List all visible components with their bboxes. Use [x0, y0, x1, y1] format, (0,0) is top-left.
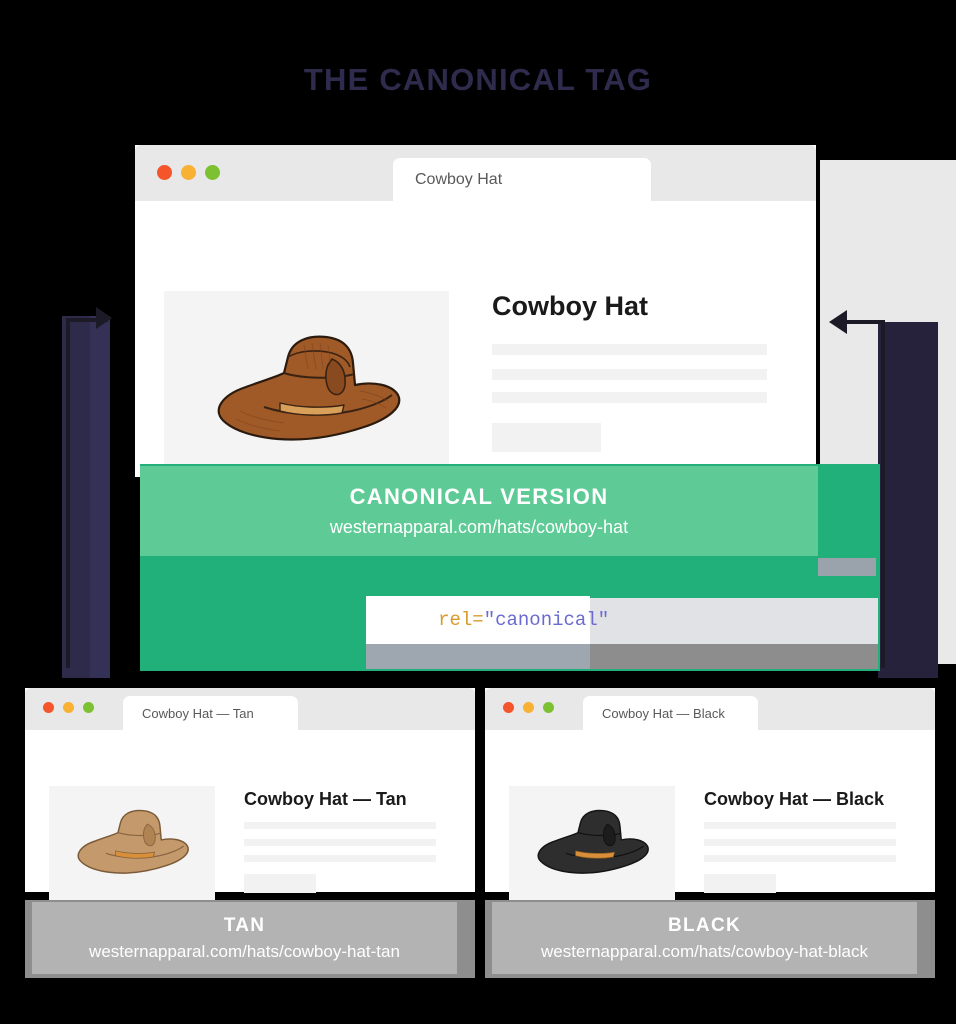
- tab-cowboy-hat-black[interactable]: Cowboy Hat — Black: [583, 696, 758, 730]
- tab-cowboy-hat[interactable]: Cowboy Hat: [393, 158, 651, 201]
- maximize-button-icon[interactable]: [543, 702, 554, 713]
- tab-label: Cowboy Hat: [415, 170, 503, 188]
- code-value: "canonical": [483, 609, 610, 631]
- code-attribute: rel=: [438, 609, 484, 631]
- window-content: Cowboy Hat — Black: [485, 730, 935, 906]
- traffic-light-controls[interactable]: [157, 165, 220, 180]
- product-image-cowboy-hat-tan: [49, 786, 215, 906]
- tab-label: Cowboy Hat — Tan: [142, 705, 254, 721]
- banner-label: BLACK: [668, 914, 741, 936]
- cowboy-hat-tan-icon: [77, 809, 189, 874]
- browser-window-canonical[interactable]: Cowboy Hat Cowboy Hat: [135, 145, 816, 498]
- canonical-code-snippet-row: rel="canonical": [366, 596, 878, 669]
- tab-cowboy-hat-tan[interactable]: Cowboy Hat — Tan: [123, 696, 298, 730]
- close-button-icon[interactable]: [43, 702, 54, 713]
- right-arrow-stem-top: [843, 320, 885, 324]
- product-heading: Cowboy Hat: [492, 291, 649, 321]
- window-titlebar: Cowboy Hat — Tan: [25, 688, 475, 730]
- placeholder-line: [492, 344, 767, 355]
- cowboy-hat-brown-icon: [217, 335, 400, 441]
- code-snippet-box: rel="canonical": [366, 596, 609, 644]
- placeholder-button[interactable]: [492, 423, 601, 452]
- window-content: Cowboy Hat: [135, 201, 816, 498]
- code-row-gray-right: [590, 598, 878, 644]
- product-image-cowboy-hat-black: [509, 786, 675, 906]
- traffic-light-controls[interactable]: [43, 702, 94, 713]
- green-area-gray-tab: [818, 558, 876, 576]
- minimize-button-icon[interactable]: [63, 702, 74, 713]
- minimize-button-icon[interactable]: [523, 702, 534, 713]
- black-variant-banner: BLACK westernapparal.com/hats/cowboy-hat…: [492, 902, 917, 974]
- placeholder-line: [492, 369, 767, 380]
- placeholder-line: [704, 839, 896, 846]
- left-arrow-stem: [66, 318, 70, 668]
- browser-window-tan[interactable]: Cowboy Hat — Tan Cowboy Hat — Tan: [25, 688, 475, 906]
- placeholder-button[interactable]: [704, 874, 776, 893]
- arrow-left-icon: [829, 310, 847, 334]
- right-connector-bar: [878, 322, 938, 678]
- canonical-version-banner: CANONICAL VERSION westernapparal.com/hat…: [140, 466, 818, 556]
- left-connector-bar-highlight: [90, 316, 110, 678]
- banner-url: westernapparal.com/hats/cowboy-hat-black: [541, 941, 868, 961]
- placeholder-line: [244, 839, 436, 846]
- placeholder-button[interactable]: [244, 874, 316, 893]
- cowboy-hat-black-icon: [537, 809, 649, 874]
- browser-window-black[interactable]: Cowboy Hat — Black Cowboy Hat — Black: [485, 688, 935, 906]
- close-button-icon[interactable]: [157, 165, 172, 180]
- window-titlebar: Cowboy Hat — Black: [485, 688, 935, 730]
- minimize-button-icon[interactable]: [181, 165, 196, 180]
- right-arrow-stem: [881, 320, 885, 668]
- product-heading: Cowboy Hat — Tan: [244, 789, 407, 809]
- code-row-bar-left: [366, 644, 590, 669]
- traffic-light-controls[interactable]: [503, 702, 554, 713]
- placeholder-line: [704, 855, 896, 862]
- window-content: Cowboy Hat — Tan: [25, 730, 475, 906]
- placeholder-line: [244, 855, 436, 862]
- product-heading: Cowboy Hat — Black: [704, 789, 885, 809]
- page-title: THE CANONICAL TAG: [303, 62, 653, 97]
- arrow-right-icon: [96, 307, 112, 329]
- placeholder-line: [704, 822, 896, 829]
- placeholder-line: [244, 822, 436, 829]
- close-button-icon[interactable]: [503, 702, 514, 713]
- tab-label: Cowboy Hat — Black: [602, 705, 725, 721]
- code-row-bar-right: [590, 644, 878, 669]
- banner-label: CANONICAL VERSION: [349, 484, 609, 509]
- banner-url: westernapparal.com/hats/cowboy-hat-tan: [89, 941, 400, 961]
- maximize-button-icon[interactable]: [205, 165, 220, 180]
- maximize-button-icon[interactable]: [83, 702, 94, 713]
- placeholder-line: [492, 392, 767, 403]
- tan-variant-banner: TAN westernapparal.com/hats/cowboy-hat-t…: [32, 902, 457, 974]
- diagram-canvas: THE CANONICAL TAG Cowboy Hat Cowboy Hat …: [0, 0, 956, 1024]
- window-titlebar: Cowboy Hat: [135, 145, 816, 201]
- banner-label: TAN: [223, 914, 266, 936]
- banner-url: westernapparal.com/hats/cowboy-hat: [329, 517, 629, 537]
